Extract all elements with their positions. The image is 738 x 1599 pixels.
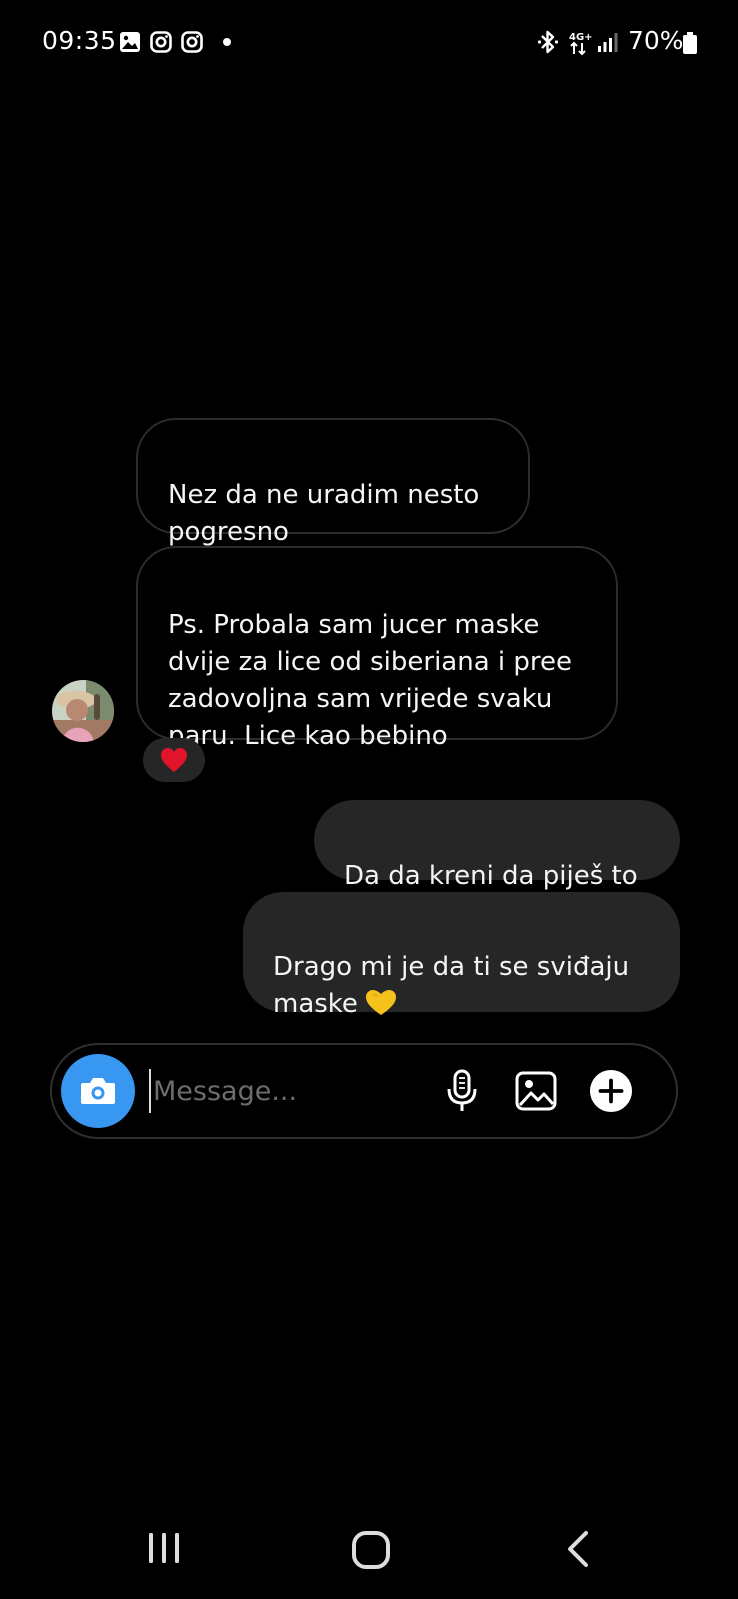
recent-apps-icon — [149, 1533, 179, 1563]
message-composer — [50, 1043, 678, 1139]
bluetooth-icon — [537, 29, 559, 59]
message-text: Nez da ne uradim nesto pogresno — [168, 480, 480, 547]
outgoing-message[interactable]: Drago mi je da ti se sviđaju maske💛 — [243, 892, 680, 1019]
gallery-notification-icon — [119, 31, 141, 53]
more-button[interactable] — [589, 1069, 633, 1113]
instagram-icon — [150, 31, 172, 53]
instagram-icon — [181, 31, 203, 53]
recent-apps-button[interactable] — [146, 1530, 182, 1566]
message-input[interactable] — [149, 1069, 433, 1113]
home-icon — [352, 1531, 390, 1569]
plus-icon — [589, 1069, 633, 1113]
message-text: Ps. Probala sam jucer maske dvije za lic… — [168, 610, 573, 751]
message-text: Drago mi je da ti se sviđaju maske — [273, 952, 630, 1019]
gallery-button[interactable] — [514, 1069, 558, 1113]
status-time: 09:35 — [42, 26, 117, 55]
system-navigation-bar — [0, 1500, 738, 1599]
microphone-button[interactable] — [440, 1069, 484, 1113]
home-button[interactable] — [351, 1530, 391, 1570]
contact-avatar[interactable] — [52, 680, 114, 742]
incoming-message[interactable]: Nez da ne uradim nesto pogresno — [136, 418, 530, 547]
heart-reaction[interactable] — [143, 738, 205, 782]
message-text: Da da kreni da piješ to — [344, 861, 638, 891]
camera-icon — [81, 1078, 115, 1104]
status-bar: 09:35 4G+ 70% — [0, 0, 738, 86]
network-label: 4G+ — [569, 32, 593, 43]
back-icon — [568, 1531, 588, 1567]
battery-icon — [683, 32, 697, 58]
outgoing-message[interactable]: Da da kreni da piješ to — [314, 800, 680, 891]
4g-plus-icon: 4G+ — [567, 30, 593, 60]
battery-percentage: 70% — [628, 26, 684, 55]
incoming-message[interactable]: Ps. Probala sam jucer maske dvije za lic… — [136, 546, 618, 751]
yellow-heart-emoji: 💛 — [364, 988, 398, 1027]
back-button[interactable] — [565, 1530, 591, 1568]
microphone-icon — [447, 1069, 477, 1111]
signal-icon — [597, 31, 619, 57]
gallery-icon — [515, 1071, 557, 1111]
heart-icon — [161, 748, 187, 772]
more-notifications-dot — [223, 38, 231, 46]
camera-button[interactable] — [61, 1054, 135, 1128]
